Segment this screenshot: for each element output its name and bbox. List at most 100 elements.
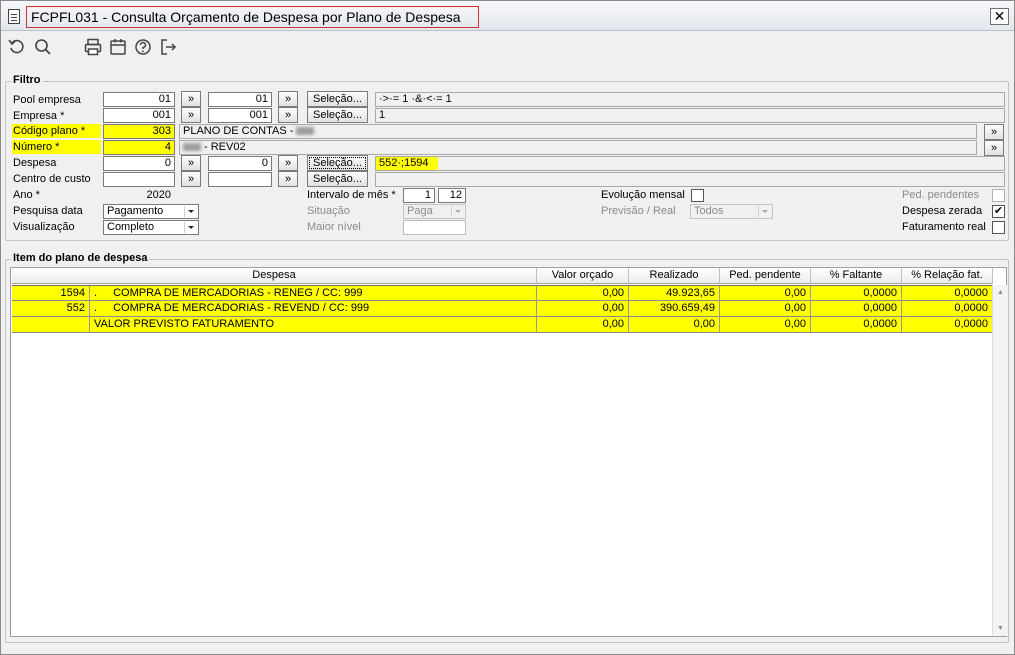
scroll-down-icon[interactable]: ▼ (994, 622, 1007, 635)
chevron-down-icon[interactable] (184, 222, 197, 233)
centro-custo-criteria-field (375, 172, 1005, 187)
pool-empresa-criteria-field: ·>·= 1 ·&·<·= 1 (375, 92, 1005, 107)
intervalo-mes-from-field[interactable]: 1 (403, 188, 435, 203)
intervalo-mes-label: Intervalo de mês * (307, 189, 396, 201)
empresa-criteria-field: 1 (375, 108, 1005, 123)
column-header-faltante[interactable]: % Faltante (811, 268, 902, 284)
cell-valor-orcado: 0,00 (537, 286, 629, 301)
situacao-value: Paga (407, 205, 433, 217)
cell-valor-orcado: 0,00 (537, 317, 629, 332)
previsao-real-value: Todos (694, 205, 724, 217)
chevron-down-icon[interactable] (758, 206, 771, 217)
numero-field[interactable]: 4 (103, 140, 175, 155)
intervalo-mes-to-field[interactable]: 12 (438, 188, 466, 203)
previsao-real-select[interactable]: Todos (690, 204, 773, 219)
cell-realizado: 49.923,65 (629, 286, 720, 301)
despesa-zerada-checkbox[interactable]: ✔ (992, 205, 1005, 218)
pesquisa-data-select[interactable]: Pagamento (103, 204, 199, 219)
calendar-icon[interactable] (108, 37, 128, 57)
visualizacao-select[interactable]: Completo (103, 220, 199, 235)
ano-label: Ano * (13, 189, 40, 201)
pool-empresa-to-field[interactable]: 01 (208, 92, 272, 107)
ano-field[interactable]: 2020 (103, 188, 175, 202)
column-header-despesa[interactable]: Despesa (12, 268, 537, 284)
exit-icon[interactable] (158, 37, 178, 57)
faturamento-real-checkbox[interactable] (992, 221, 1005, 234)
title-bar: FCPFL031 - Consulta Orçamento de Despesa… (1, 1, 1014, 31)
centro-custo-jump-button[interactable]: » (181, 171, 201, 187)
visualizacao-label: Visualização (13, 221, 75, 233)
chevron-down-icon[interactable] (451, 206, 464, 217)
maior-nivel-label: Maior nível (307, 221, 361, 233)
despesa-jump-button[interactable]: » (181, 155, 201, 171)
despesa-from-field[interactable]: 0 (103, 156, 175, 171)
numero-description-text: - REV02 (204, 141, 246, 153)
centro-custo-selection-button[interactable]: Seleção... (307, 171, 368, 187)
chevron-down-icon[interactable] (184, 206, 197, 217)
items-grid[interactable]: Despesa Valor orçado Realizado Ped. pend… (10, 267, 1007, 637)
print-icon[interactable] (83, 37, 103, 57)
previsao-real-label: Previsão / Real (601, 205, 676, 217)
close-button[interactable]: ✕ (990, 8, 1009, 25)
table-row[interactable]: 552 . COMPRA DE MERCADORIAS - REVEND / CC… (12, 301, 997, 317)
table-row[interactable]: VALOR PREVISTO FATURAMENTO 0,00 0,00 0,0… (12, 317, 997, 333)
column-header-ped-pendente[interactable]: Ped. pendente (720, 268, 811, 284)
centro-custo-from-field[interactable] (103, 172, 175, 187)
pool-empresa-selection-button[interactable]: Seleção... (307, 91, 368, 107)
numero-description: - REV02 (179, 140, 977, 155)
situacao-label: Situação (307, 205, 350, 217)
cell-ped-pendente: 0,00 (720, 317, 811, 332)
codigo-plano-label: Código plano * (12, 124, 101, 138)
maior-nivel-field[interactable] (403, 220, 466, 235)
empresa-jump-button[interactable]: » (181, 107, 201, 123)
column-header-relacao-fat[interactable]: % Relação fat. (902, 268, 993, 284)
redacted-text (296, 127, 315, 136)
despesa-to-field[interactable]: 0 (208, 156, 272, 171)
centro-custo-to-field[interactable] (208, 172, 272, 187)
despesa-selection-button[interactable]: Seleção... (307, 155, 368, 171)
help-icon[interactable] (133, 37, 153, 57)
scroll-up-icon[interactable]: ▲ (994, 286, 1007, 299)
cell-faltante: 0,0000 (811, 286, 902, 301)
situacao-select[interactable]: Paga (403, 204, 466, 219)
despesa-to-jump-button[interactable]: » (278, 155, 298, 171)
centro-custo-to-jump-button[interactable]: » (278, 171, 298, 187)
search-icon[interactable] (33, 37, 53, 57)
numero-jump-button[interactable]: » (984, 140, 1004, 156)
ped-pendentes-checkbox[interactable] (992, 189, 1005, 202)
codigo-plano-field[interactable]: 303 (103, 124, 175, 139)
items-group-title: Item do plano de despesa (11, 252, 150, 264)
empresa-to-field[interactable]: 001 (208, 108, 272, 123)
empresa-label: Empresa * (13, 110, 65, 122)
vertical-scrollbar[interactable]: ▲ ▼ (992, 285, 1007, 636)
empresa-from-field[interactable]: 001 (103, 108, 175, 123)
cell-code: 1594 (12, 286, 90, 301)
pool-empresa-jump-button[interactable]: » (181, 91, 201, 107)
cell-code (12, 317, 90, 332)
cell-name-text: COMPRA DE MERCADORIAS - REVEND / CC: 999 (113, 302, 370, 314)
codigo-plano-description-text: PLANO DE CONTAS - (183, 125, 294, 137)
pesquisa-data-label: Pesquisa data (13, 205, 83, 217)
redacted-text (183, 143, 201, 152)
pool-empresa-label: Pool empresa (13, 94, 81, 106)
evolucao-mensal-checkbox[interactable] (691, 189, 704, 202)
pool-empresa-from-field[interactable]: 01 (103, 92, 175, 107)
cell-relacao-fat: 0,0000 (902, 317, 993, 332)
pool-empresa-to-jump-button[interactable]: » (278, 91, 298, 107)
cell-dot: . (94, 287, 98, 299)
codigo-plano-jump-button[interactable]: » (984, 124, 1004, 140)
cell-realizado: 390.659,49 (629, 301, 720, 316)
faturamento-real-label: Faturamento real (902, 221, 986, 233)
evolucao-mensal-label: Evolução mensal (601, 189, 685, 201)
visualizacao-value: Completo (107, 221, 155, 233)
cell-code: 552 (12, 301, 90, 316)
empresa-to-jump-button[interactable]: » (278, 107, 298, 123)
refresh-icon[interactable] (7, 37, 27, 57)
cell-relacao-fat: 0,0000 (902, 286, 993, 301)
numero-label: Número * (12, 140, 101, 154)
column-header-valor-orcado[interactable]: Valor orçado (537, 268, 629, 284)
main-window: FCPFL031 - Consulta Orçamento de Despesa… (0, 0, 1015, 655)
column-header-realizado[interactable]: Realizado (629, 268, 720, 284)
empresa-selection-button[interactable]: Seleção... (307, 107, 368, 123)
table-row[interactable]: 1594 . COMPRA DE MERCADORIAS - RENEG / CC… (12, 285, 997, 301)
